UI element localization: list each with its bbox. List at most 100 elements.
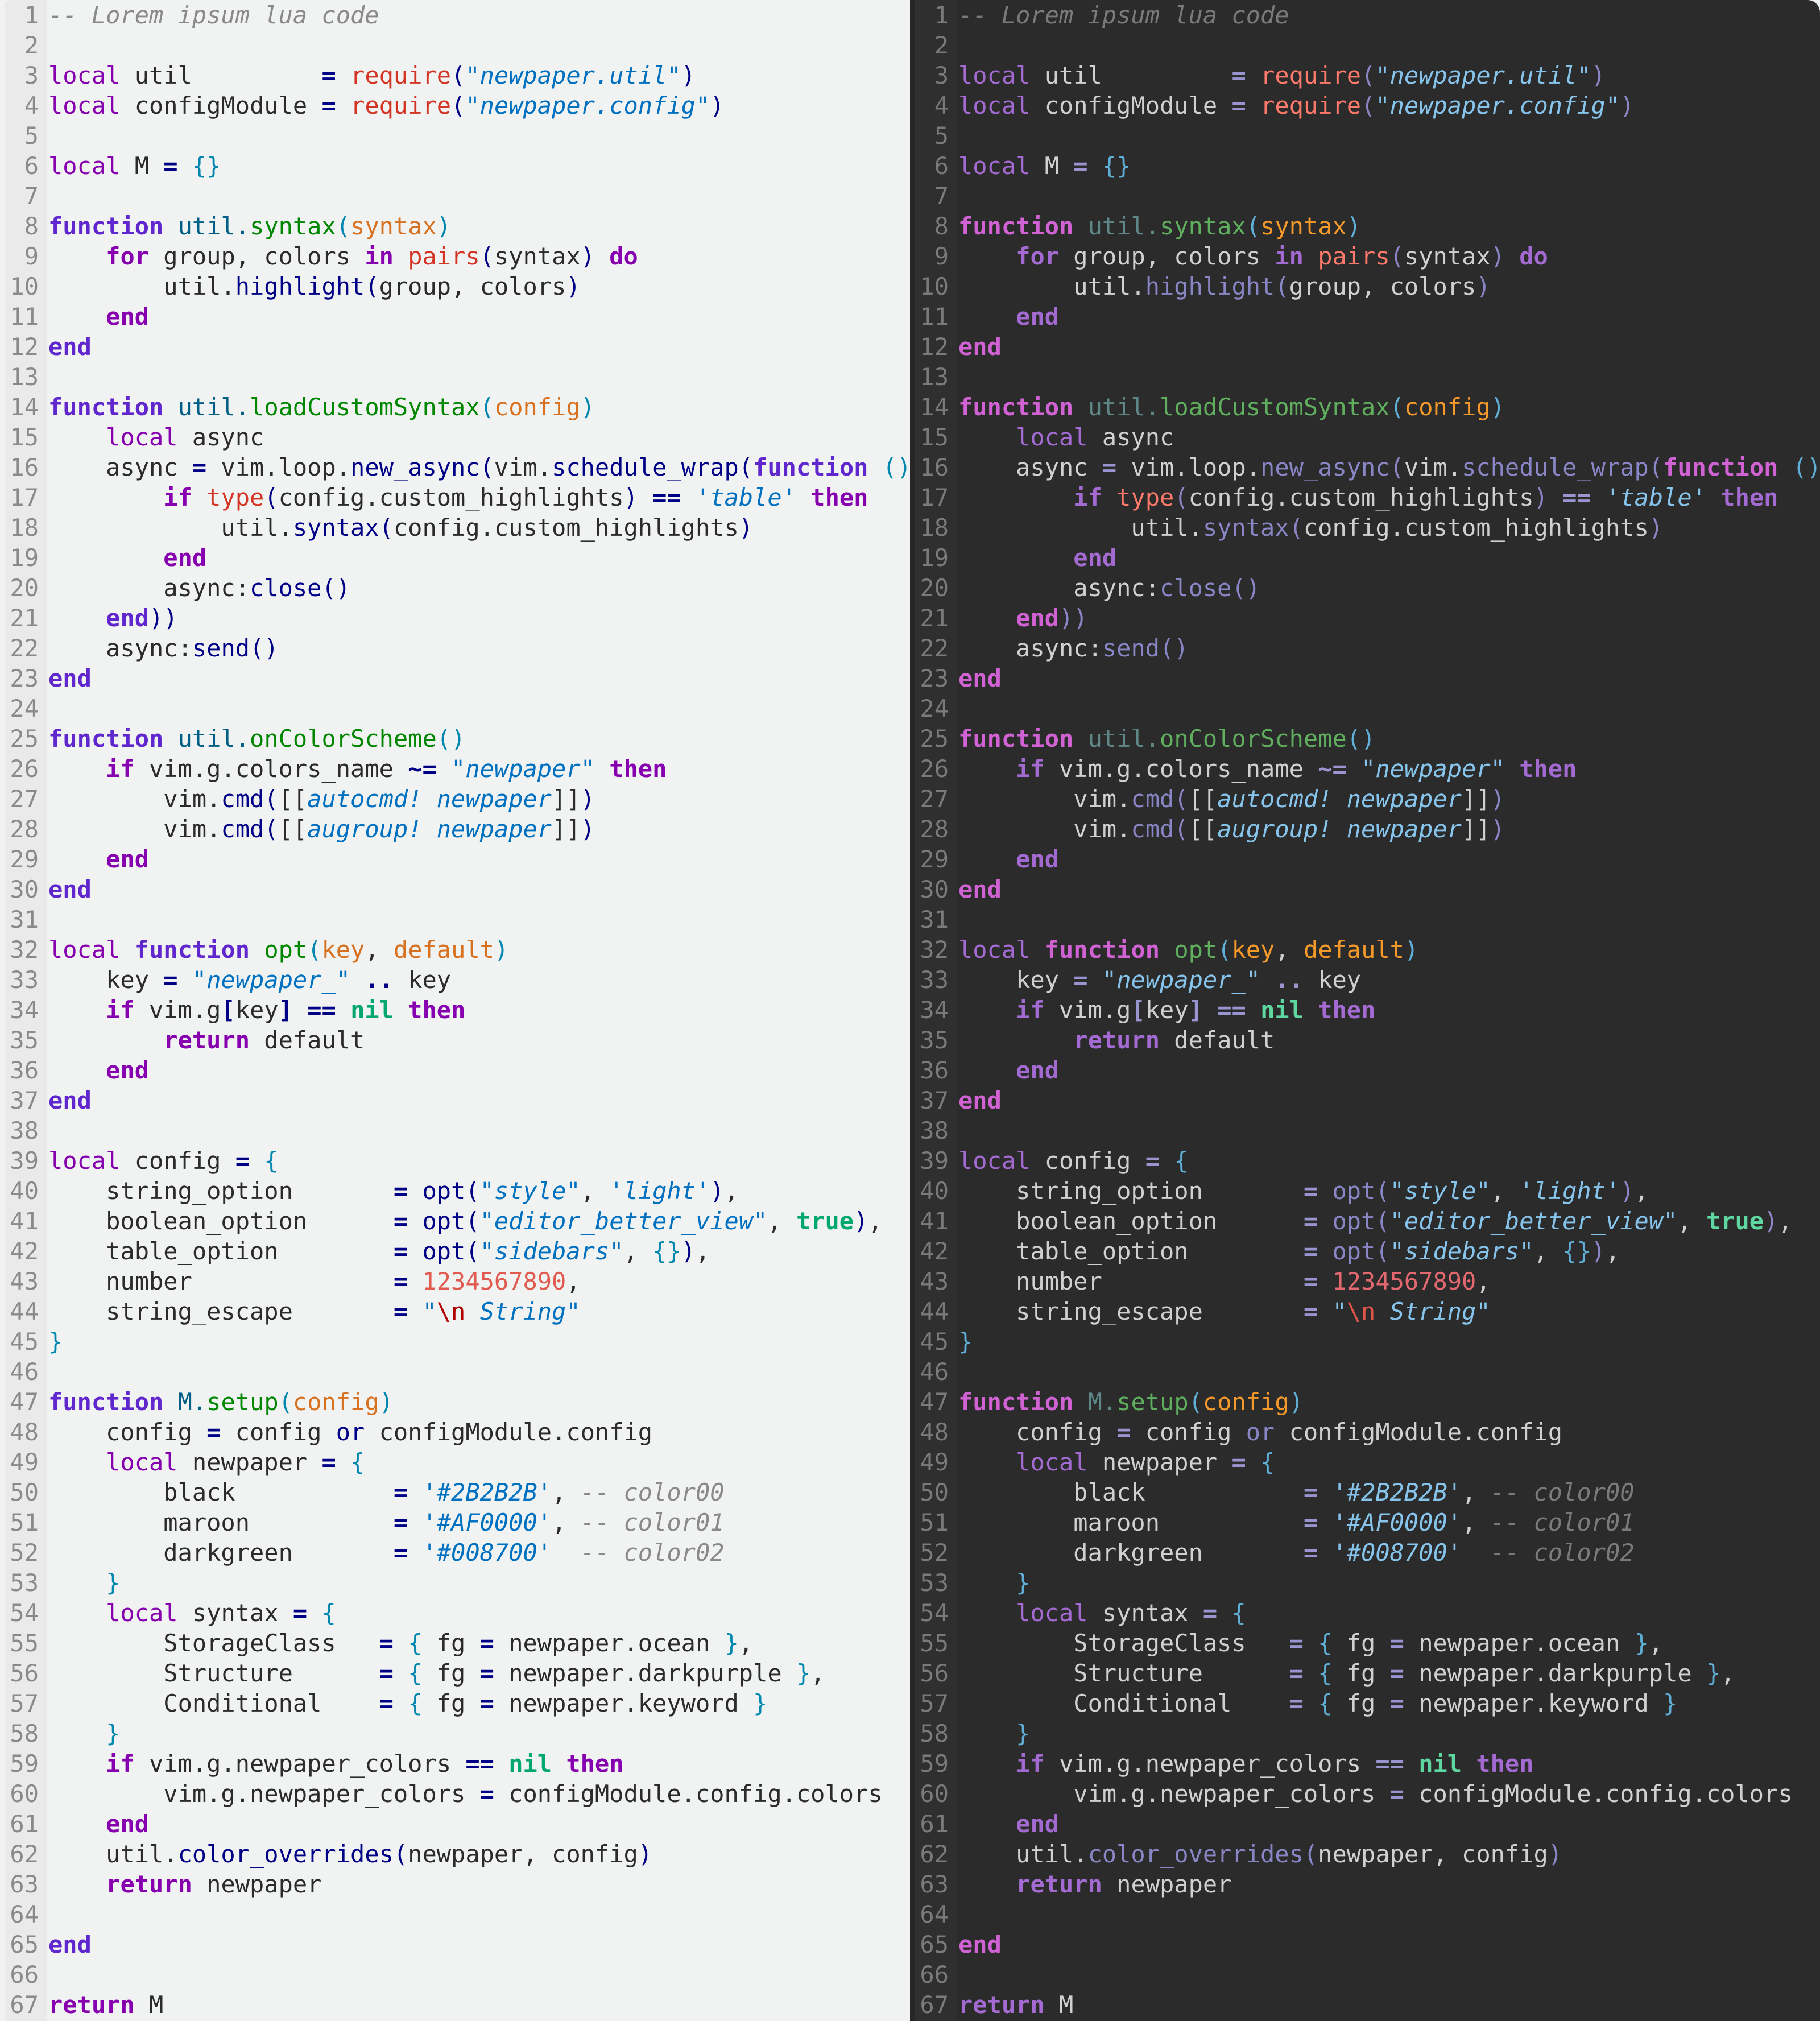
code-line[interactable]: 38: [910, 1115, 1820, 1146]
light-theme-editor-pane[interactable]: 1 -- Lorem ipsum lua code 2 3 local util = r…: [0, 0, 910, 2021]
code-line[interactable]: 52 darkgreen = '#008700' -- color02: [910, 1538, 1820, 1568]
code-line[interactable]: 19 end: [910, 543, 1820, 573]
code-line[interactable]: 56 Structure = { fg = newpaper.darkpurpl…: [910, 1658, 1820, 1688]
code-line[interactable]: 5: [0, 121, 910, 151]
code-line[interactable]: 59 if vim.g.newpaper_colors == nil then: [0, 1749, 910, 1779]
code-line[interactable]: 18 util.syntax(config.custom_highlights): [910, 513, 1820, 543]
code-line[interactable]: 60 vim.g.newpaper_colors = configModule.…: [910, 1779, 1820, 1809]
code-line[interactable]: 23 end: [910, 663, 1820, 693]
code-line[interactable]: 22 async:send(): [0, 633, 910, 663]
code-line[interactable]: 45}: [910, 1326, 1820, 1357]
code-line[interactable]: 47 function M.setup(config): [0, 1387, 910, 1417]
code-line[interactable]: 14 function util.loadCustomSyntax(config): [0, 392, 910, 422]
code-line[interactable]: 10 util.highlight(group, colors): [910, 271, 1820, 301]
code-line[interactable]: 17 if type(config.custom_highlights) == …: [910, 482, 1820, 513]
code-line[interactable]: 4 local configModule = require("newpaper.…: [0, 90, 910, 121]
code-line[interactable]: 57 Conditional = { fg = newpaper.keyword…: [0, 1688, 910, 1718]
code-line[interactable]: 46: [910, 1357, 1820, 1387]
code-line[interactable]: 36 end: [910, 1055, 1820, 1085]
code-line[interactable]: 56 Structure = { fg = newpaper.darkpurpl…: [0, 1658, 910, 1688]
code-line[interactable]: 48 config = config or configModule.confi…: [910, 1417, 1820, 1447]
code-line[interactable]: 65 end: [0, 1929, 910, 1960]
code-line[interactable]: 33 key = "newpaper_" .. key: [910, 965, 1820, 995]
code-line[interactable]: 11 end: [0, 301, 910, 332]
code-line[interactable]: 6 local M = {}: [910, 151, 1820, 181]
code-line[interactable]: 35 return default: [910, 1025, 1820, 1055]
code-line[interactable]: 50 black = '#2B2B2B', -- color00: [910, 1477, 1820, 1507]
code-line[interactable]: 44 string_escape = "\n String": [910, 1296, 1820, 1326]
code-line[interactable]: 24: [0, 693, 910, 724]
code-line[interactable]: 51 maroon = '#AF0000', -- color01: [0, 1507, 910, 1538]
code-line[interactable]: 16 async = vim.loop.new_async(vim.schedu…: [910, 452, 1820, 482]
code-line[interactable]: 45}: [0, 1326, 910, 1357]
code-line[interactable]: 33 key = "newpaper_" .. key: [0, 965, 910, 995]
code-line[interactable]: 9 for group, colors in pairs(syntax) do: [910, 241, 1820, 271]
code-line[interactable]: 50 black = '#2B2B2B', -- color00: [0, 1477, 910, 1507]
code-line[interactable]: 42 table_option = opt("sidebars", {}),: [0, 1236, 910, 1266]
code-line[interactable]: 63 return newpaper: [910, 1869, 1820, 1899]
code-line[interactable]: 32 local function opt(key, default): [910, 935, 1820, 965]
code-line[interactable]: 1 -- Lorem ipsum lua code: [910, 0, 1820, 30]
code-line[interactable]: 63 return newpaper: [0, 1869, 910, 1899]
code-line[interactable]: 58 }: [910, 1718, 1820, 1749]
code-line[interactable]: 17 if type(config.custom_highlights) == …: [0, 482, 910, 513]
dark-theme-editor-pane[interactable]: 1 -- Lorem ipsum lua code 2 3 local util = r…: [910, 0, 1820, 2021]
code-line[interactable]: 3 local util = require("newpaper.util"): [910, 60, 1820, 90]
code-line[interactable]: 7: [0, 181, 910, 211]
code-line[interactable]: 7: [910, 181, 1820, 211]
code-line[interactable]: 34 if vim.g[key] == nil then: [0, 995, 910, 1025]
code-line[interactable]: 59 if vim.g.newpaper_colors == nil then: [910, 1749, 1820, 1779]
code-line[interactable]: 41 boolean_option = opt("editor_better_v…: [0, 1206, 910, 1236]
code-line[interactable]: 47 function M.setup(config): [910, 1387, 1820, 1417]
code-line[interactable]: 2: [910, 30, 1820, 60]
code-line[interactable]: 61 end: [910, 1809, 1820, 1839]
code-line[interactable]: 34 if vim.g[key] == nil then: [910, 995, 1820, 1025]
code-line[interactable]: 15 local async: [0, 422, 910, 452]
code-line[interactable]: 61 end: [0, 1809, 910, 1839]
code-line[interactable]: 65 end: [910, 1929, 1820, 1960]
code-line[interactable]: 51 maroon = '#AF0000', -- color01: [910, 1507, 1820, 1538]
code-line[interactable]: 39 local config = {: [0, 1146, 910, 1176]
code-line[interactable]: 30 end: [910, 874, 1820, 904]
code-line[interactable]: 16 async = vim.loop.new_async(vim.schedu…: [0, 452, 910, 482]
code-line[interactable]: 9 for group, colors in pairs(syntax) do: [0, 241, 910, 271]
code-line[interactable]: 36 end: [0, 1055, 910, 1085]
code-line[interactable]: 64: [0, 1899, 910, 1929]
code-line[interactable]: 42 table_option = opt("sidebars", {}),: [910, 1236, 1820, 1266]
code-line[interactable]: 38: [0, 1115, 910, 1146]
code-line[interactable]: 37 end: [0, 1085, 910, 1115]
code-line[interactable]: 13: [0, 362, 910, 392]
code-line[interactable]: 18 util.syntax(config.custom_highlights): [0, 513, 910, 543]
code-line[interactable]: 46: [0, 1357, 910, 1387]
code-line[interactable]: 31: [910, 904, 1820, 935]
code-line[interactable]: 57 Conditional = { fg = newpaper.keyword…: [910, 1688, 1820, 1718]
code-line[interactable]: 49 local newpaper = {: [910, 1447, 1820, 1477]
code-line[interactable]: 12 end: [0, 332, 910, 362]
code-line[interactable]: 44 string_escape = "\n String": [0, 1296, 910, 1326]
code-line[interactable]: 30 end: [0, 874, 910, 904]
code-line[interactable]: 27 vim.cmd([[autocmd! newpaper]]): [910, 784, 1820, 814]
code-line[interactable]: 60 vim.g.newpaper_colors = configModule.…: [0, 1779, 910, 1809]
code-line[interactable]: 67 return M: [0, 1990, 910, 2020]
code-line[interactable]: 27 vim.cmd([[autocmd! newpaper]]): [0, 784, 910, 814]
code-line[interactable]: 29 end: [910, 844, 1820, 874]
code-line[interactable]: 48 config = config or configModule.confi…: [0, 1417, 910, 1447]
code-line[interactable]: 28 vim.cmd([[augroup! newpaper]]): [910, 814, 1820, 844]
code-line[interactable]: 10 util.highlight(group, colors): [0, 271, 910, 301]
code-line[interactable]: 15 local async: [910, 422, 1820, 452]
code-line[interactable]: 3 local util = require("newpaper.util"): [0, 60, 910, 90]
code-line[interactable]: 32 local function opt(key, default): [0, 935, 910, 965]
code-line[interactable]: 55 StorageClass = { fg = newpaper.ocean …: [910, 1628, 1820, 1658]
code-line[interactable]: 52 darkgreen = '#008700' -- color02: [0, 1538, 910, 1568]
code-line[interactable]: 26 if vim.g.colors_name ~= "newpaper" th…: [0, 754, 910, 784]
code-line[interactable]: 26 if vim.g.colors_name ~= "newpaper" th…: [910, 754, 1820, 784]
code-line[interactable]: 62 util.color_overrides(newpaper, config…: [910, 1839, 1820, 1869]
code-line[interactable]: 43 number = 1234567890,: [910, 1266, 1820, 1296]
code-line[interactable]: 8 function util.syntax(syntax): [0, 211, 910, 241]
code-line[interactable]: 66: [910, 1960, 1820, 1990]
code-line[interactable]: 19 end: [0, 543, 910, 573]
code-line[interactable]: 8 function util.syntax(syntax): [910, 211, 1820, 241]
code-line[interactable]: 58 }: [0, 1718, 910, 1749]
code-line[interactable]: 64: [910, 1899, 1820, 1929]
code-line[interactable]: 22 async:send(): [910, 633, 1820, 663]
